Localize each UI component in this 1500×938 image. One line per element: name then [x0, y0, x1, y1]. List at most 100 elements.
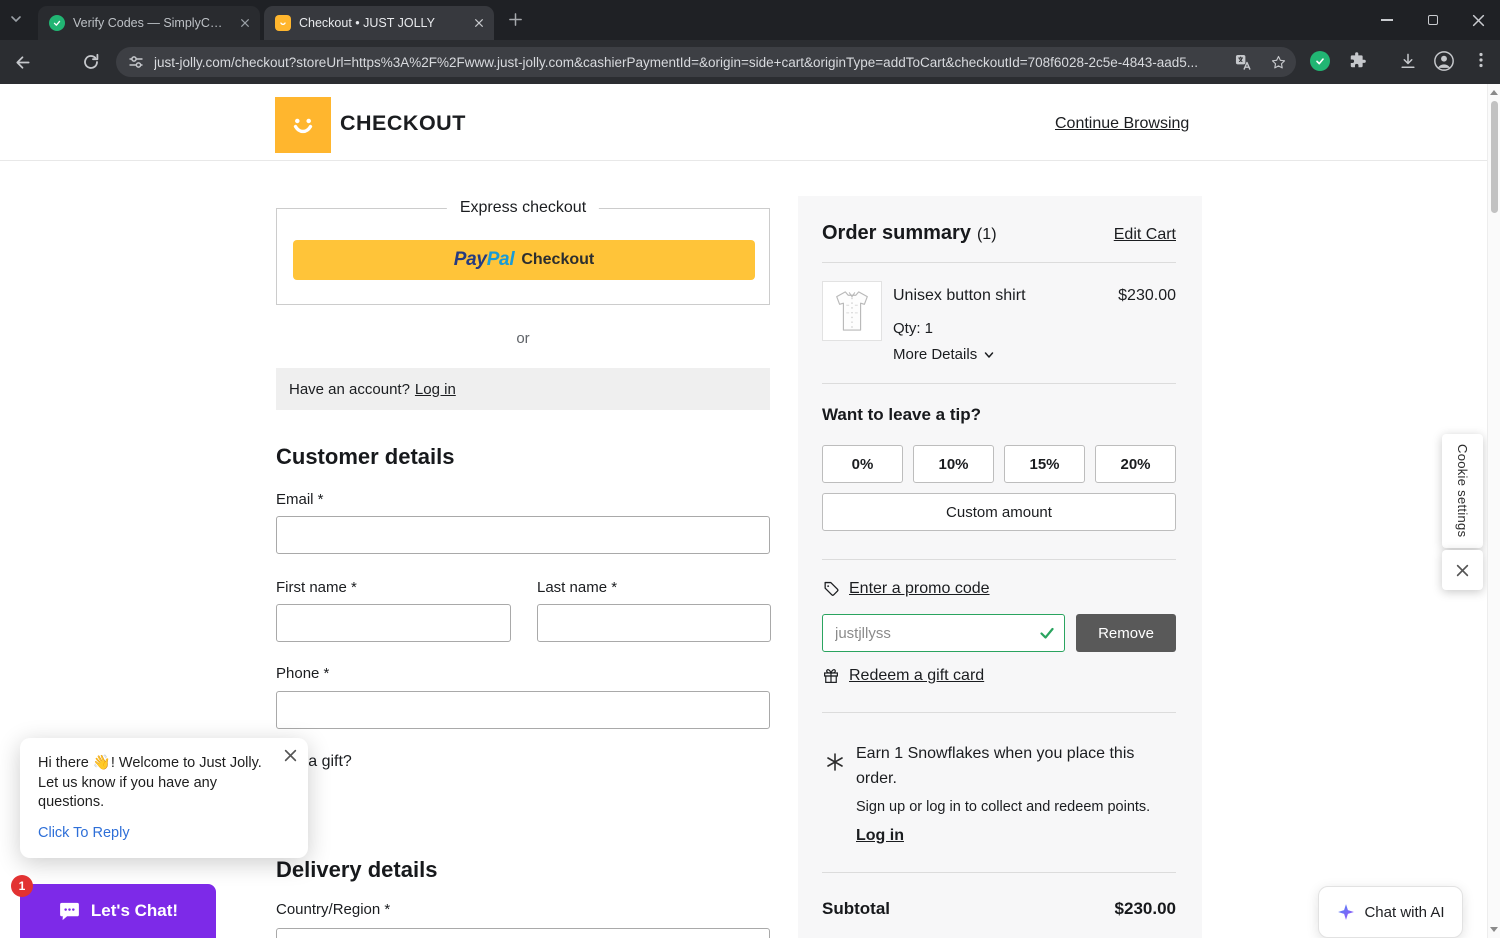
snowflake-icon: [825, 752, 845, 772]
email-label: Email *: [276, 491, 324, 508]
tip-0-button[interactable]: 0%: [822, 445, 903, 483]
chat-greeting-popup: Hi there 👋! Welcome to Just Jolly. Let u…: [20, 738, 308, 858]
account-prompt: Have an account?: [289, 380, 410, 398]
header-divider: [0, 160, 1500, 161]
tab-close-icon[interactable]: [470, 15, 487, 32]
divider: [822, 383, 1176, 384]
first-name-label: First name *: [276, 579, 357, 596]
promo-code-box: [822, 614, 1065, 652]
cookie-settings-close-button[interactable]: [1442, 550, 1483, 590]
tip-heading: Want to leave a tip?: [822, 405, 982, 424]
product-quantity: Qty: 1: [893, 320, 934, 337]
more-details-toggle[interactable]: More Details: [893, 346, 995, 363]
first-name-field[interactable]: [276, 604, 511, 642]
browser-menu-kebab-icon[interactable]: [1472, 51, 1490, 69]
paypal-checkout-button[interactable]: PayPal Checkout: [293, 240, 755, 280]
new-tab-button[interactable]: [508, 12, 523, 27]
phone-label: Phone *: [276, 665, 330, 682]
site-settings-icon[interactable]: [128, 54, 144, 70]
product-image: [822, 281, 882, 341]
window-maximize-button[interactable]: [1418, 0, 1448, 40]
gift-icon: [824, 669, 838, 683]
remove-promo-button[interactable]: Remove: [1076, 614, 1176, 652]
order-summary-count: (1): [976, 226, 997, 243]
cookie-settings-widget: Cookie settings: [1442, 434, 1483, 590]
browser-window: Verify Codes — SimplyCodes Checkout • JU…: [0, 0, 1500, 938]
window-minimize-button[interactable]: [1372, 0, 1402, 40]
just-jolly-logo: [275, 97, 331, 153]
scroll-down-arrow-icon[interactable]: [1488, 922, 1500, 937]
product-name: Unisex button shirt: [893, 287, 1026, 304]
paypal-logo: PayPal: [453, 249, 515, 270]
cookie-settings-tab[interactable]: Cookie settings: [1442, 434, 1483, 548]
tip-15-button[interactable]: 15%: [1004, 445, 1085, 483]
login-link[interactable]: Log in: [415, 381, 456, 398]
tab-strip: Verify Codes — SimplyCodes Checkout • JU…: [0, 0, 1500, 40]
tag-icon: [824, 581, 839, 596]
click-to-reply-link[interactable]: Click To Reply: [38, 825, 130, 841]
lets-chat-button[interactable]: Let's Chat!: [20, 884, 216, 938]
back-button[interactable]: [8, 48, 36, 76]
promo-code-link[interactable]: Enter a promo code: [822, 580, 990, 598]
continue-browsing-link[interactable]: Continue Browsing: [1055, 115, 1189, 133]
express-checkout-legend: Express checkout: [446, 199, 600, 217]
sparkle-icon: [1338, 904, 1355, 920]
phone-field[interactable]: [276, 691, 770, 729]
scrollbar-thumb[interactable]: [1491, 101, 1498, 213]
downloads-icon[interactable]: [1398, 51, 1418, 71]
paypal-checkout-label: Checkout: [521, 251, 595, 268]
window-close-button[interactable]: [1463, 0, 1493, 40]
page-scrollbar[interactable]: [1487, 84, 1500, 938]
rewards-login-link[interactable]: Log in: [856, 827, 904, 845]
last-name-field[interactable]: [537, 604, 771, 642]
chat-unread-badge: 1: [11, 875, 33, 897]
edit-cart-link[interactable]: Edit Cart: [1114, 226, 1176, 244]
page-title: CHECKOUT: [340, 111, 466, 135]
chat-with-ai-button[interactable]: Chat with AI: [1318, 886, 1463, 938]
account-login-bar: Have an account? Log in: [276, 368, 770, 410]
chat-with-ai-label: Chat with AI: [1364, 903, 1445, 921]
simplycodes-extension-icon[interactable]: [1310, 51, 1330, 71]
subtotal-row: Subtotal $230.00: [822, 899, 1176, 919]
customer-details-heading: Customer details: [276, 444, 455, 469]
last-name-label: Last name *: [537, 579, 618, 596]
express-checkout-box: Express checkout PayPal Checkout: [276, 199, 770, 305]
address-bar[interactable]: just-jolly.com/checkout?storeUrl=https%3…: [116, 47, 1296, 77]
tab-checkout-active[interactable]: Checkout • JUST JOLLY: [264, 6, 494, 40]
country-label: Country/Region *: [276, 901, 391, 918]
or-divider-text: or: [516, 330, 530, 347]
close-icon: [1456, 564, 1469, 576]
profile-avatar-icon[interactable]: [1433, 50, 1455, 72]
cookie-settings-label: Cookie settings: [1455, 444, 1470, 538]
promo-valid-check-icon: [1038, 624, 1056, 642]
checkout-page: CHECKOUT Continue Browsing Express check…: [0, 84, 1500, 938]
tab-close-icon[interactable]: [236, 15, 253, 32]
chat-bubble-icon: [60, 902, 79, 920]
rewards-earn-text: Earn 1 Snowflakes when you place this or…: [856, 745, 1135, 787]
tip-10-button[interactable]: 10%: [913, 445, 994, 483]
chat-greeting-text: Hi there 👋! Welcome to Just Jolly. Let u…: [38, 755, 262, 810]
chat-popup-close-icon[interactable]: [284, 749, 297, 762]
tip-options-row: 0% 10% 15% 20%: [822, 445, 1176, 483]
country-field[interactable]: [276, 928, 770, 938]
scroll-up-arrow-icon[interactable]: [1488, 85, 1500, 100]
gift-card-link[interactable]: Redeem a gift card: [822, 667, 984, 685]
url-text[interactable]: just-jolly.com/checkout?storeUrl=https%3…: [154, 55, 1226, 70]
lets-chat-label: Let's Chat!: [90, 901, 179, 920]
subtotal-label: Subtotal: [822, 899, 890, 918]
promo-code-input[interactable]: [823, 615, 1064, 651]
extensions-puzzle-icon[interactable]: [1348, 51, 1367, 70]
divider: [822, 262, 1176, 263]
tab-simplycodes[interactable]: Verify Codes — SimplyCodes: [38, 6, 260, 40]
reload-button[interactable]: [77, 48, 105, 76]
delivery-details-heading: Delivery details: [276, 857, 438, 882]
chevron-down-icon[interactable]: [9, 12, 23, 26]
promo-code-label: Enter a promo code: [849, 580, 990, 597]
translate-icon[interactable]: [1235, 54, 1252, 71]
tip-20-button[interactable]: 20%: [1095, 445, 1176, 483]
email-field[interactable]: [276, 516, 770, 554]
bookmark-star-icon[interactable]: [1270, 54, 1287, 71]
custom-amount-button[interactable]: Custom amount: [822, 493, 1176, 531]
order-summary-panel: Order summary (1) Edit Cart Unisex butto…: [798, 196, 1202, 938]
simplycodes-favicon-icon: [49, 15, 65, 31]
